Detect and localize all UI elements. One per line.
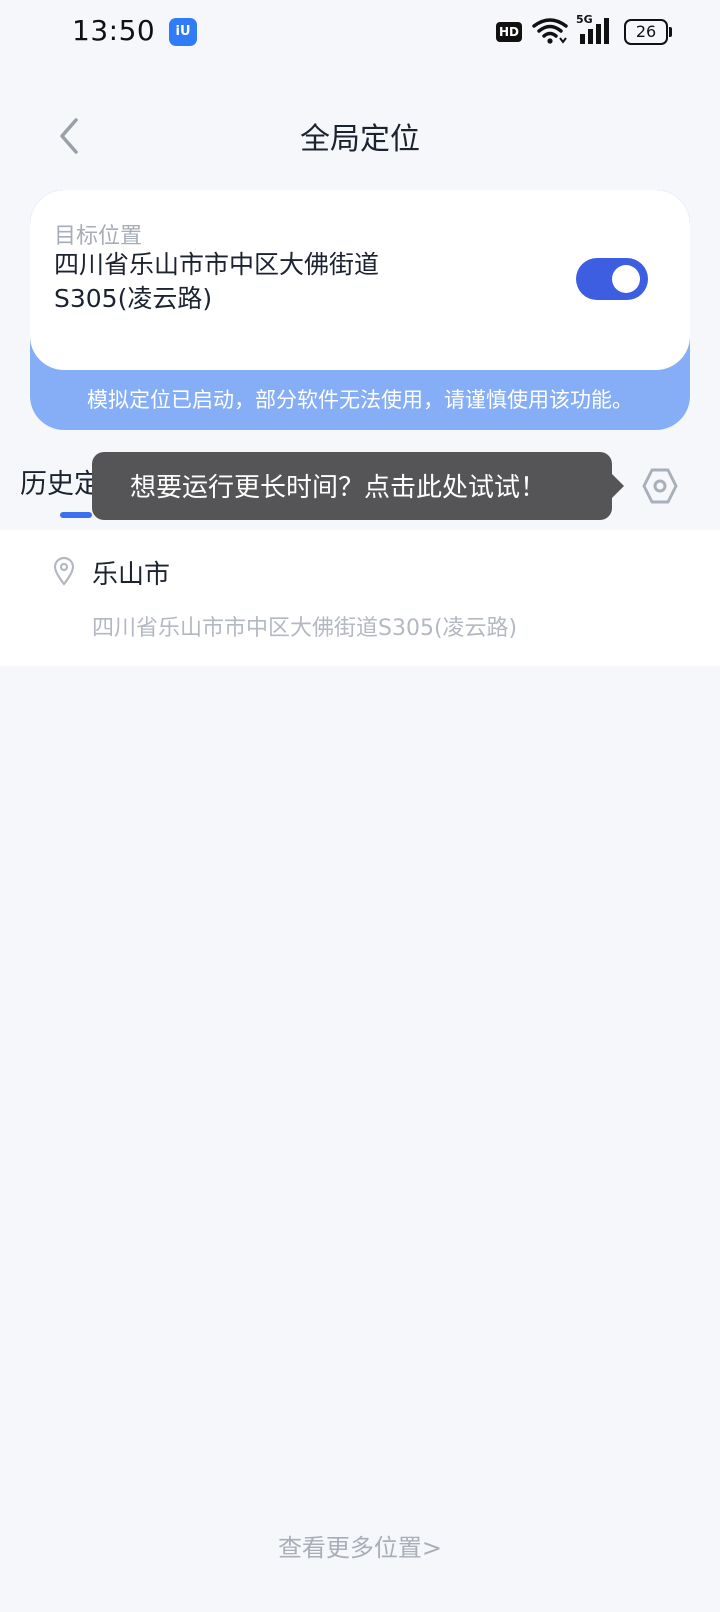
target-location-card: 目标位置 四川省乐山市市中区大佛街道S305(凌云路) 模拟定位已启动，部分软件… xyxy=(30,190,690,430)
status-bar: 13:50 iU HD 5G 26 xyxy=(0,0,720,64)
history-list: 乐山市 四川省乐山市市中区大佛街道S305(凌云路) xyxy=(0,530,720,666)
history-item-address: 四川省乐山市市中区大佛街道S305(凌云路) xyxy=(92,616,518,641)
view-more-locations-link[interactable]: 查看更多位置> xyxy=(0,1528,720,1563)
battery-icon: 26 xyxy=(624,19,672,45)
active-tab-indicator xyxy=(60,512,92,518)
mock-location-warning: 模拟定位已启动，部分软件无法使用，请谨慎使用该功能。 xyxy=(87,388,633,412)
history-item-name: 乐山市 xyxy=(92,560,171,590)
battery-level: 26 xyxy=(635,22,657,41)
target-location-address: 四川省乐山市市中区大佛街道S305(凌云路) xyxy=(54,250,380,313)
tooltip-text: 想要运行更长时间？点击此处试试！ xyxy=(130,473,547,503)
target-location-label: 目标位置 xyxy=(54,224,143,249)
cellular-signal-icon xyxy=(580,18,609,44)
status-time: 13:50 xyxy=(72,14,156,47)
target-location-panel: 目标位置 四川省乐山市市中区大佛街道S305(凌云路) xyxy=(30,190,690,370)
app-notification-icon: iU xyxy=(169,18,197,46)
location-pin-icon xyxy=(53,556,75,586)
battery-tip xyxy=(669,27,672,37)
page-title: 全局定位 xyxy=(300,122,420,157)
list-item[interactable]: 乐山市 四川省乐山市市中区大佛街道S305(凌云路) xyxy=(0,530,720,666)
app-screen: 13:50 iU HD 5G 26 全局定位 目标位置 四川省乐山市市中区大佛街… xyxy=(0,0,720,1612)
tooltip-arrow xyxy=(612,474,624,498)
header: 全局定位 xyxy=(0,96,720,176)
wifi-icon xyxy=(532,18,568,44)
run-longer-tooltip[interactable]: 想要运行更长时间？点击此处试试！ xyxy=(92,452,624,520)
toggle-knob xyxy=(612,265,640,293)
settings-hex-icon[interactable] xyxy=(640,466,680,506)
mock-location-toggle[interactable] xyxy=(576,258,648,300)
hd-icon: HD xyxy=(496,22,522,42)
